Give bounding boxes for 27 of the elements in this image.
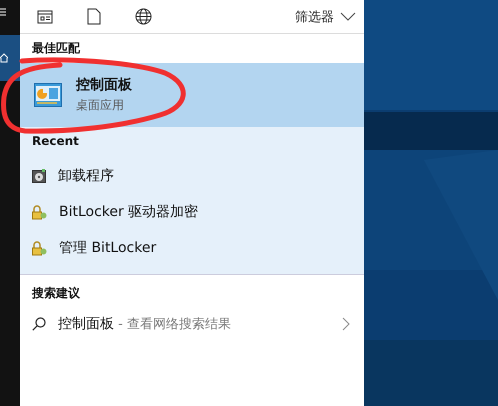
suggestion-text: 控制面板 - 查看网络搜索结果	[58, 315, 231, 333]
search-icon	[32, 317, 46, 331]
home-tab[interactable]	[0, 35, 20, 81]
section-header: Recent	[31, 133, 80, 150]
lock-icon	[32, 240, 47, 256]
section-header: 最佳匹配	[31, 40, 81, 57]
suggestion-item[interactable]: 控制面板 - 查看网络搜索结果	[20, 306, 364, 342]
item-label: 卸载程序	[58, 167, 114, 185]
menu-icon[interactable]	[0, 6, 6, 18]
home-icon	[0, 53, 8, 63]
chevron-right-icon	[342, 317, 350, 331]
item-label: BitLocker 驱动器加密	[59, 203, 198, 221]
recent-item[interactable]: 卸载程序	[20, 158, 364, 194]
item-label: 管理 BitLocker	[59, 239, 156, 257]
document-icon[interactable]	[87, 8, 101, 25]
recent-item[interactable]: 管理 BitLocker	[20, 230, 364, 266]
filter-dropdown[interactable]: 筛选器	[295, 8, 356, 26]
item-subtitle: 桌面应用	[76, 97, 125, 114]
lock-icon	[32, 204, 47, 220]
recent-item[interactable]: BitLocker 驱动器加密	[20, 194, 364, 230]
app-icon[interactable]	[37, 10, 53, 24]
item-title: 控制面板	[76, 76, 132, 94]
section-header: 搜索建议	[30, 285, 81, 302]
control-panel-icon	[34, 83, 62, 107]
best-match-item[interactable]: 控制面板 桌面应用	[20, 63, 364, 127]
chevron-icon	[340, 12, 356, 21]
globe-icon[interactable]	[135, 8, 152, 25]
